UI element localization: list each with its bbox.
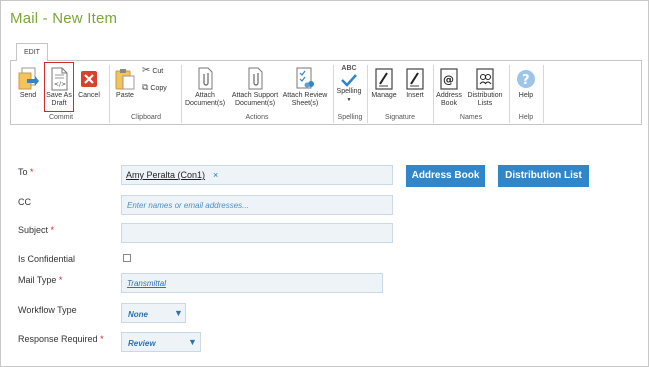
response-required-label: Response Required * bbox=[18, 334, 104, 344]
send-button[interactable]: Send bbox=[15, 67, 41, 100]
tab-edit[interactable]: EDIT bbox=[16, 43, 48, 61]
response-required-value: Review bbox=[128, 339, 156, 348]
help-label: Help bbox=[518, 92, 534, 99]
group-commit-label: Commit bbox=[48, 114, 74, 121]
svg-text:@: @ bbox=[443, 73, 454, 86]
address-book-label-2: Book bbox=[441, 100, 457, 107]
svg-text:</>: </> bbox=[54, 81, 66, 88]
group-signature-label: Signature bbox=[385, 114, 415, 121]
cancel-icon bbox=[81, 71, 97, 87]
scissors-icon: ✂ bbox=[142, 65, 151, 76]
help-button[interactable]: ? Help bbox=[513, 67, 539, 100]
spelling-button[interactable]: ABC Spelling ▼ bbox=[335, 65, 363, 104]
chevron-down-icon: ▼ bbox=[188, 337, 197, 347]
paste-icon bbox=[115, 69, 135, 90]
remove-recipient-icon[interactable]: × bbox=[213, 170, 218, 180]
save-as-label-1: Save As bbox=[46, 92, 72, 99]
spelling-abc: ABC bbox=[341, 65, 357, 72]
cut-label: Cut bbox=[152, 68, 164, 75]
chevron-down-icon: ▼ bbox=[174, 308, 183, 318]
mail-type-label: Mail Type * bbox=[18, 275, 63, 285]
save-as-draft-button[interactable]: </> Save As Draft bbox=[45, 67, 73, 108]
svg-text:?: ? bbox=[522, 73, 530, 88]
separator bbox=[181, 65, 182, 123]
address-book-ribbon-button[interactable]: @ Address Book bbox=[435, 67, 463, 108]
workflow-type-value: None bbox=[128, 310, 148, 319]
help-icon: ? bbox=[517, 70, 535, 88]
to-field[interactable]: Amy Peralta (Con1) × bbox=[121, 165, 393, 185]
confidential-label: Is Confidential bbox=[18, 254, 76, 264]
checkmark-icon bbox=[341, 74, 357, 87]
address-book-icon: @ bbox=[440, 68, 458, 90]
attach-document-icon bbox=[198, 67, 213, 90]
confidential-checkbox[interactable] bbox=[123, 254, 131, 262]
copy-label: Copy bbox=[150, 85, 167, 92]
distribution-label-1: Distribution bbox=[467, 92, 503, 99]
page-title: Mail - New Item bbox=[10, 10, 118, 27]
response-required-select[interactable]: Review ▼ bbox=[121, 332, 201, 352]
cc-label: CC bbox=[18, 197, 31, 207]
address-book-label-1: Address bbox=[436, 92, 462, 99]
workflow-type-select[interactable]: None ▼ bbox=[121, 303, 186, 323]
workflow-type-label: Workflow Type bbox=[18, 305, 77, 315]
distribution-list-button[interactable]: Distribution List bbox=[498, 165, 589, 187]
attach-support-documents-button[interactable]: Attach Support Document(s) bbox=[229, 67, 281, 108]
attach-review-label-1: Attach Review bbox=[282, 92, 328, 99]
cancel-button[interactable]: Cancel bbox=[77, 67, 101, 100]
mail-type-value[interactable]: Transmittal bbox=[127, 279, 166, 288]
attach-docs-label-2: Document(s) bbox=[184, 100, 226, 107]
insert-signature-button[interactable]: Insert bbox=[401, 67, 429, 100]
group-help-label: Help bbox=[518, 114, 534, 121]
cancel-label: Cancel bbox=[78, 92, 100, 99]
cc-field[interactable]: Enter names or email addresses... bbox=[121, 195, 393, 215]
to-label: To * bbox=[18, 167, 34, 177]
distribution-label-2: Lists bbox=[477, 100, 493, 107]
cc-placeholder: Enter names or email addresses... bbox=[127, 201, 249, 210]
attach-review-label-2: Sheet(s) bbox=[291, 100, 319, 107]
group-spelling-label: Spelling bbox=[337, 114, 363, 121]
attach-documents-button[interactable]: Attach Document(s) bbox=[183, 67, 227, 108]
insert-label: Insert bbox=[406, 92, 424, 99]
separator bbox=[109, 65, 110, 123]
send-label: Send bbox=[19, 92, 37, 99]
ribbon-toolbar: Send </> Save As Draft Cancel Commit Pas… bbox=[10, 60, 642, 125]
group-names-label: Names bbox=[459, 114, 483, 121]
copy-button[interactable]: ⧉ Copy bbox=[142, 83, 178, 93]
group-actions-label: Actions bbox=[245, 114, 269, 121]
signature-manage-icon bbox=[375, 68, 393, 90]
review-sheet-icon bbox=[296, 67, 314, 89]
send-icon bbox=[18, 67, 39, 90]
subject-label: Subject * bbox=[18, 225, 55, 235]
recipient-chip[interactable]: Amy Peralta (Con1) bbox=[126, 170, 205, 180]
chevron-down-icon: ▼ bbox=[346, 97, 352, 103]
cut-button[interactable]: ✂ Cut bbox=[142, 65, 178, 76]
paste-label: Paste bbox=[116, 92, 134, 99]
attach-docs-label-1: Attach bbox=[195, 92, 215, 99]
paste-button[interactable]: Paste bbox=[113, 67, 137, 100]
manage-label: Manage bbox=[371, 92, 397, 99]
mail-type-field[interactable]: Transmittal bbox=[121, 273, 383, 293]
distribution-list-icon bbox=[476, 68, 494, 90]
manage-signature-button[interactable]: Manage bbox=[369, 67, 399, 100]
draft-document-icon: </> bbox=[51, 67, 68, 91]
spelling-label: Spelling bbox=[336, 88, 362, 95]
attach-support-icon bbox=[248, 67, 263, 90]
attach-support-label-1: Attach Support bbox=[231, 92, 279, 99]
save-as-label-2: Draft bbox=[51, 100, 67, 107]
signature-insert-icon bbox=[406, 68, 424, 90]
distribution-lists-button[interactable]: Distribution Lists bbox=[465, 67, 505, 108]
copy-icon: ⧉ bbox=[142, 82, 149, 92]
subject-input[interactable] bbox=[121, 223, 393, 243]
address-book-button[interactable]: Address Book bbox=[406, 165, 485, 187]
attach-support-label-2: Document(s) bbox=[234, 100, 276, 107]
separator bbox=[543, 65, 544, 123]
group-clipboard-label: Clipboard bbox=[131, 114, 161, 121]
attach-review-sheets-button[interactable]: Attach Review Sheet(s) bbox=[281, 67, 329, 108]
